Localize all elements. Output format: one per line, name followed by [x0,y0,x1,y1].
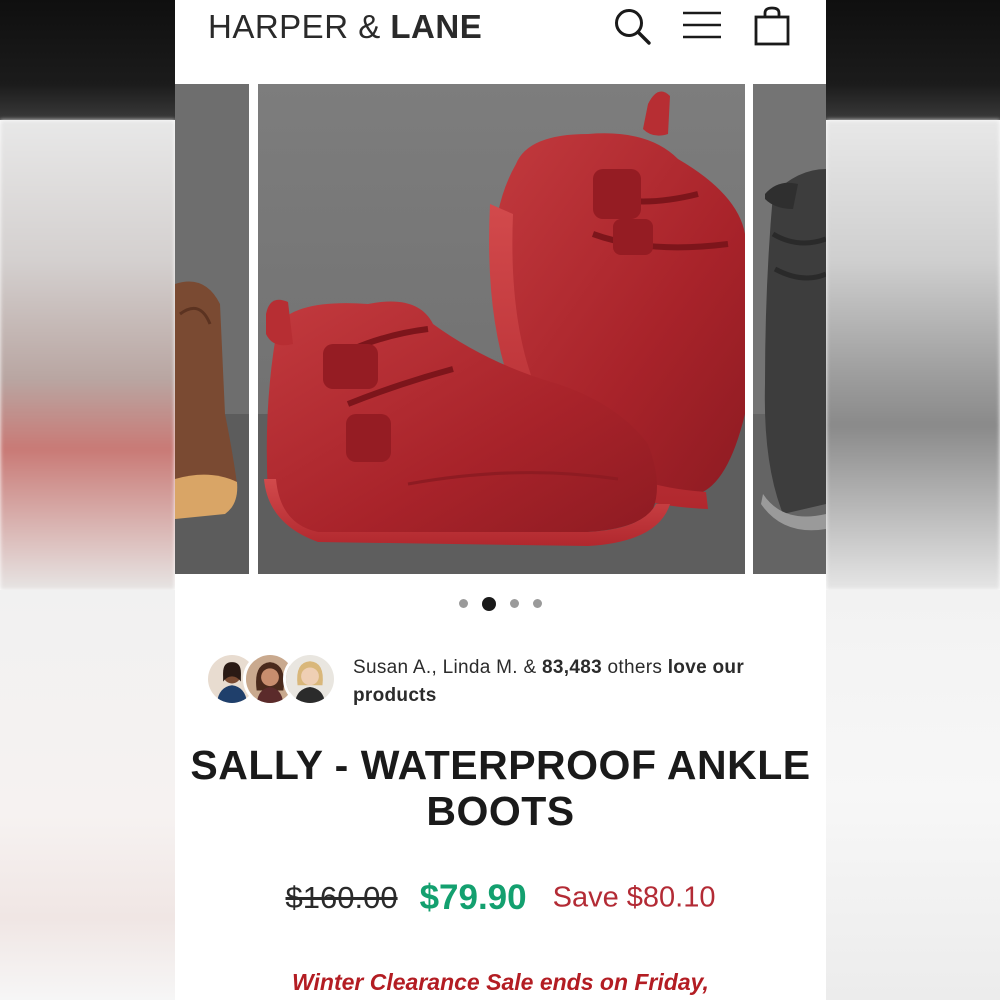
carousel-dot-4[interactable] [533,599,542,609]
social-proof: Susan A., Linda M. & 83,483 others love … [205,650,805,710]
carousel-slide-red-boots[interactable] [258,84,745,574]
carousel-dot-1[interactable] [459,599,468,609]
brand-logo[interactable]: HARPER & LANE [208,10,482,44]
carousel-slide-gray-boot[interactable] [753,84,826,574]
carousel-slide-brown-boot[interactable] [175,84,249,574]
avatar [283,652,337,706]
product-title: SALLY - WATERPROOF ANKLE BOOTS [190,742,811,834]
promo-banner-text: Winter Clearance Sale ends on Friday, [292,969,709,995]
savings-label: Save $80.10 [552,881,716,914]
social-proof-text: Susan A., Linda M. & 83,483 others love … [353,654,813,710]
others-label: others [601,657,668,678]
customer-count: 83,483 [542,657,602,678]
carousel-dot-2[interactable] [482,596,496,611]
brand-name-bold: LANE [390,8,483,45]
cart-icon[interactable] [753,6,793,46]
carousel-pagination [175,595,826,615]
search-icon[interactable] [612,6,652,46]
original-price: $160.00 [285,880,398,915]
price-row: $160.00 $79.90 Save $80.10 [175,878,826,922]
backdrop-right [826,0,1000,1000]
brand-name-light: HARPER & [208,8,391,45]
customer-avatars [205,652,340,708]
product-page: HARPER & LANE Susan A., Linda M. & 83,48… [175,0,826,1000]
backdrop-left [0,0,175,1000]
site-header: HARPER & LANE [175,0,826,84]
menu-icon[interactable] [682,6,722,46]
carousel-dot-3[interactable] [510,599,519,609]
sale-price: $79.90 [419,878,527,917]
customer-names: Susan A., Linda M. & [353,657,543,678]
product-image-carousel[interactable] [175,84,826,574]
